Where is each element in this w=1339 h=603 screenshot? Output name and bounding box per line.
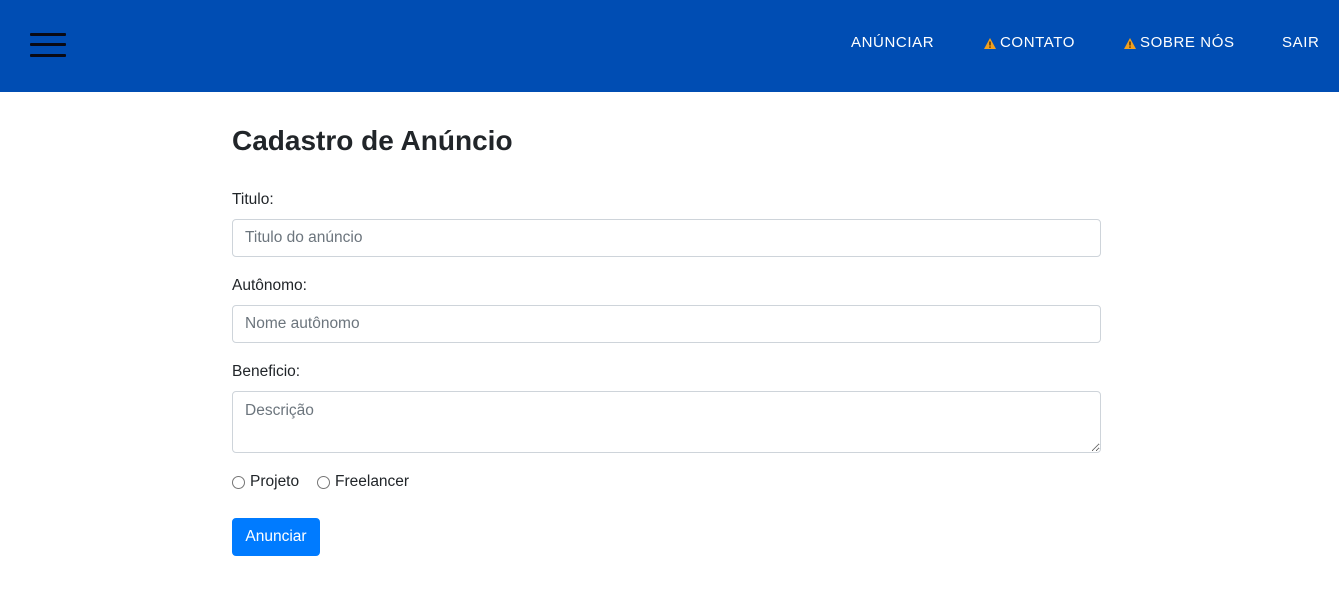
nav-link-sair[interactable]: SAIR (1282, 33, 1319, 53)
beneficio-label: Beneficio: (232, 363, 301, 380)
nav-link-anunciar-label: ANÚNCIAR (851, 34, 935, 51)
radio-projeto-label: Projeto (250, 473, 300, 490)
radio-freelancer-label: Freelancer (335, 473, 410, 490)
autonomo-input[interactable] (232, 305, 1101, 343)
nav-link-anunciar[interactable]: ANÚNCIAR (851, 33, 934, 53)
radio-projeto-circle[interactable] (232, 475, 245, 489)
warning-icon (984, 37, 996, 49)
radio-freelancer-circle[interactable] (317, 475, 330, 489)
nav-link-sair-label: SAIR (1282, 34, 1320, 51)
titulo-input[interactable] (232, 219, 1101, 257)
warning-icon (1124, 37, 1136, 49)
anunciar-button[interactable]: Anunciar (232, 518, 320, 556)
hamburger-line (30, 54, 66, 57)
nav-link-contato-label: CONTATO (1000, 34, 1076, 51)
nav-link-sobre-nos-label: SOBRE NÓS (1140, 34, 1235, 51)
top-navbar: ANÚNCIAR CONTATO SOBRE NÓS SAIR (0, 0, 1339, 92)
beneficio-textarea[interactable] (232, 391, 1101, 453)
titulo-label: Titulo: (232, 191, 274, 208)
hamburger-line (30, 33, 66, 36)
nav-link-contato[interactable]: CONTATO (984, 33, 1075, 53)
nav-link-sobre-nos[interactable]: SOBRE NÓS (1124, 33, 1235, 53)
radio-freelancer[interactable]: Freelancer (317, 472, 409, 492)
page-title: Cadastro de Anúncio (232, 125, 513, 156)
hamburger-menu-icon[interactable] (30, 31, 66, 59)
autonomo-label: Autônomo: (232, 277, 307, 294)
radio-projeto[interactable]: Projeto (232, 472, 299, 492)
hamburger-line (30, 43, 66, 46)
